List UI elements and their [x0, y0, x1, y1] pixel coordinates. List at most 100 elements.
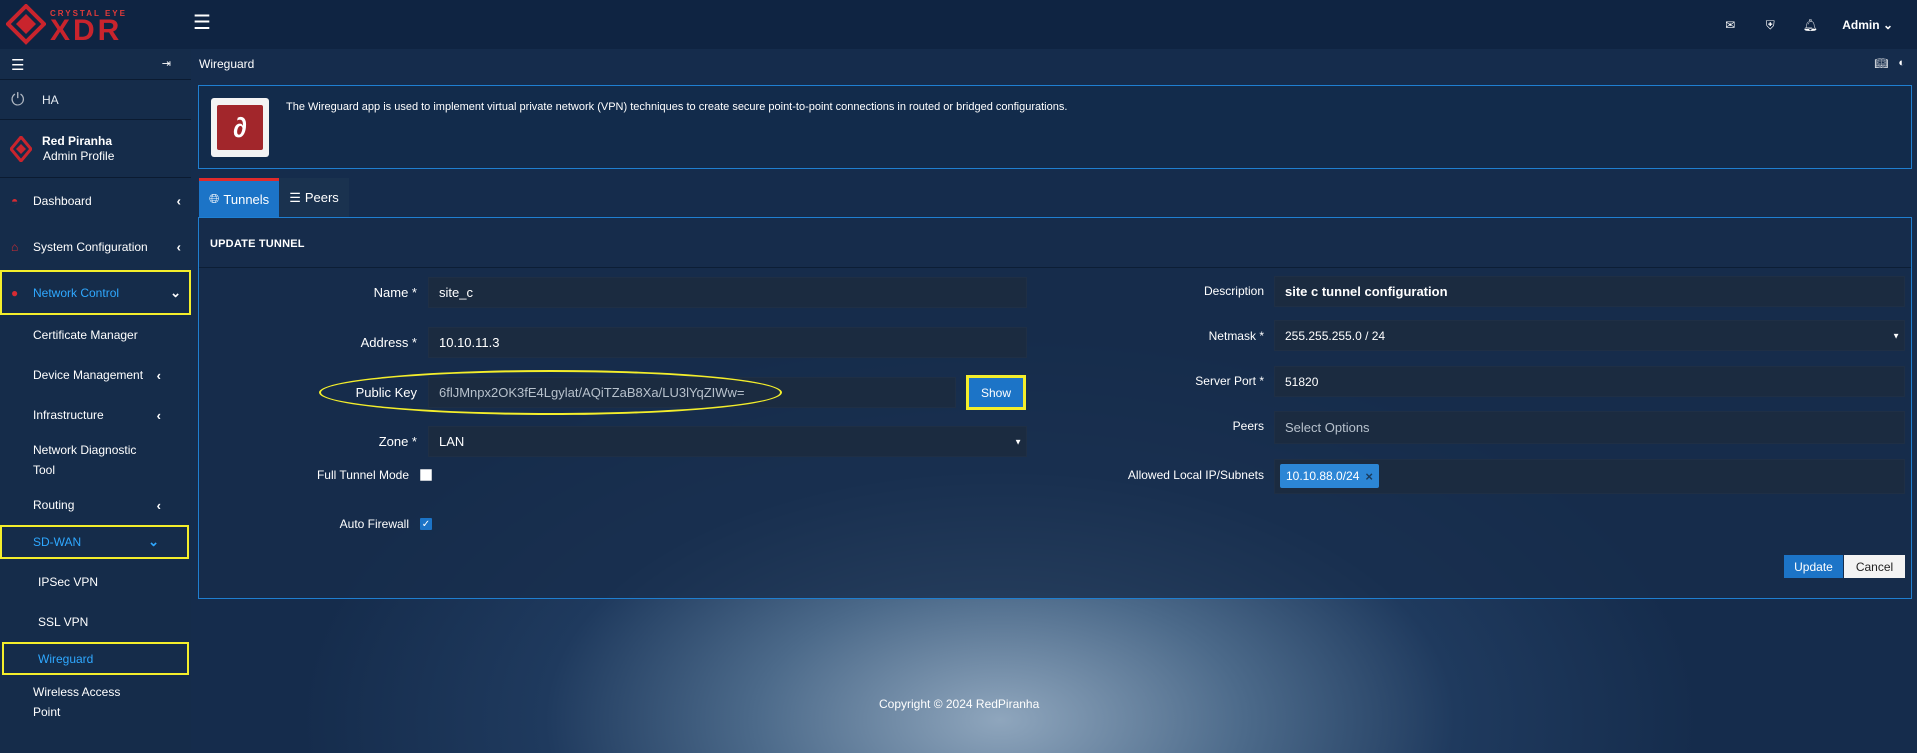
dashboard-icon: ◓ [11, 194, 19, 208]
menu-toggle-icon[interactable]: ☰ [193, 13, 213, 33]
divider [199, 267, 1911, 268]
sidebar-header: ☰ ⇥ [0, 49, 191, 80]
profile-role: Admin Profile [43, 149, 115, 163]
description-label: Description [1203, 284, 1264, 298]
sidebar-item-device-management[interactable]: Device Management ‹ [0, 355, 191, 395]
chevron-left-icon: ‹ [156, 497, 161, 513]
tab-label: Peers [304, 190, 339, 205]
zone-select[interactable]: LAN ▼ [428, 426, 1027, 457]
tab-peers[interactable]: ☰ Peers [279, 178, 349, 217]
admin-label: Admin [1842, 17, 1880, 32]
sidebar-item-ssl-vpn[interactable]: SSL VPN [0, 602, 191, 642]
peers-select[interactable]: Select Options [1274, 411, 1905, 444]
sidebar-item-label: HA [42, 92, 59, 107]
public-key-value: 6flJMnpx2OK3fE4Lgylat/AQiTZaB8Xa/LU3lYqZ… [439, 385, 745, 400]
breadcrumb: Wireguard [199, 57, 255, 71]
wireguard-dragon-icon: ∂ [217, 105, 263, 150]
full-tunnel-checkbox[interactable] [420, 469, 432, 481]
sidebar-item-label: Point [33, 705, 61, 719]
description-value: site c tunnel configuration [1285, 284, 1448, 299]
shield-icon[interactable]: ⛨ [1762, 17, 1778, 33]
sidebar-item-label: Certificate Manager [33, 328, 138, 342]
sidebar-item-certificate-manager[interactable]: Certificate Manager [0, 315, 191, 355]
sidebar-item-label: Dashboard [33, 194, 92, 208]
sidebar-item-routing[interactable]: Routing ‹ [0, 485, 191, 525]
globe-icon: 🌐︎ [209, 191, 220, 206]
show-button[interactable]: Show [966, 375, 1026, 410]
zone-label: Zone * [378, 434, 417, 449]
sidebar-item-sdwan[interactable]: SD-WAN ⌄ [0, 525, 189, 559]
mail-icon[interactable]: ✉ [1722, 17, 1738, 33]
admin-menu[interactable]: Admin ⌄ [1842, 18, 1893, 32]
tab-tunnels[interactable]: 🌐︎ Tunnels [199, 178, 280, 217]
auto-firewall-checkbox[interactable]: ✓ [420, 518, 432, 530]
chevron-left-icon: ‹ [156, 367, 161, 383]
chevron-down-icon: ⌄ [1882, 17, 1893, 32]
brand-big-text: XDR [50, 14, 123, 47]
sidebar-item-system-configuration[interactable]: ⌂ System Configuration ‹ [0, 224, 191, 270]
sidebar-item-wireguard[interactable]: Wireguard [2, 642, 189, 675]
netmask-label: Netmask * [1208, 329, 1264, 343]
caret-down-icon: ▼ [1892, 331, 1900, 340]
server-port-value: 51820 [1285, 374, 1319, 389]
user-profile[interactable]: Red Piranha Admin Profile [0, 120, 191, 178]
logout-icon[interactable]: ⇥ [162, 57, 171, 70]
sidebar-item-label: Routing [33, 498, 75, 512]
sidebar-item-ipsec-vpn[interactable]: IPSec VPN [0, 562, 191, 602]
server-port-field[interactable]: 51820 [1274, 366, 1905, 397]
sidebar-item-ha[interactable]: ⏻ HA [0, 80, 191, 120]
list-icon: ☰ [289, 189, 301, 205]
sidebar-item-label: SD-WAN [33, 535, 82, 549]
name-field[interactable]: site_c [428, 277, 1027, 308]
sidebar-item-infrastructure[interactable]: Infrastructure ‹ [0, 395, 191, 435]
panel-title: UPDATE TUNNEL [210, 238, 305, 250]
sidebar-item-network-control[interactable]: ● Network Control ⌄ [0, 270, 191, 315]
sidebar-item-label: Wireguard [38, 651, 94, 666]
sidebar-item-dashboard[interactable]: ◓ Dashboard ‹ [0, 178, 191, 224]
netmask-select[interactable]: 255.255.255.0 / 24 ▼ [1274, 320, 1905, 351]
public-key-field[interactable]: 6flJMnpx2OK3fE4Lgylat/AQiTZaB8Xa/LU3lYqZ… [428, 377, 956, 408]
auto-firewall-label: Auto Firewall [339, 517, 409, 531]
address-value: 10.10.11.3 [439, 335, 500, 350]
book-icon[interactable]: 📖︎ [1874, 57, 1888, 70]
remove-tag-icon[interactable]: × [1365, 469, 1373, 484]
chevron-down-icon: ⌄ [148, 534, 159, 549]
sidebar-item-wireless-access-point[interactable]: Wireless Access Point [0, 679, 191, 725]
sidebar-item-network-diagnostic-tool[interactable]: Network Diagnostic Tool [0, 435, 191, 485]
chevron-left-icon: ‹ [176, 239, 181, 255]
name-value: site_c [439, 285, 473, 300]
public-key-label: Public Key [355, 385, 417, 400]
brand-logo[interactable]: CRYSTAL EYE XDR [6, 4, 166, 46]
sidebar-item-label: IPSec VPN [38, 575, 99, 589]
bell-icon[interactable]: 🔔︎ [1802, 17, 1818, 33]
sidebar-item-label: SSL VPN [38, 615, 89, 629]
update-button[interactable]: Update [1784, 555, 1843, 578]
app-description: The Wireguard app is used to implement v… [286, 101, 1068, 113]
caret-down-icon: ▼ [1014, 437, 1022, 446]
chevron-down-icon: ⌄ [170, 284, 181, 300]
toggle-icon[interactable]: ◐ [1898, 57, 1905, 70]
description-field[interactable]: site c tunnel configuration [1274, 276, 1905, 307]
wireguard-logo: ∂ [211, 98, 269, 157]
chevron-left-icon: ‹ [176, 193, 181, 209]
app-info-box: ∂ The Wireguard app is used to implement… [198, 85, 1912, 169]
peers-placeholder: Select Options [1285, 420, 1370, 435]
network-icon: ● [11, 285, 19, 300]
brand-logo-icon [6, 4, 46, 45]
sidebar-item-label: Network Diagnostic [33, 443, 137, 457]
power-icon: ⏻ [11, 90, 25, 109]
tab-bar: 🌐︎ Tunnels ☰ Peers [199, 178, 349, 217]
sidebar-collapse-icon[interactable]: ☰ [11, 56, 24, 74]
address-field[interactable]: 10.10.11.3 [428, 327, 1027, 358]
netmask-value: 255.255.255.0 / 24 [1285, 328, 1386, 343]
zone-value: LAN [439, 434, 465, 449]
sidebar-item-label: System Configuration [33, 240, 148, 254]
sidebar-item-label: Device Management [33, 368, 144, 382]
cancel-button[interactable]: Cancel [1844, 555, 1905, 578]
sidebar-item-label: Wireless Access [33, 685, 121, 699]
full-tunnel-label: Full Tunnel Mode [316, 468, 409, 482]
profile-name: Red Piranha [42, 134, 113, 148]
allowed-subnets-label: Allowed Local IP/Subnets [1127, 468, 1264, 482]
home-icon: ⌂ [11, 240, 19, 254]
sidebar-item-label: Network Control [33, 285, 120, 300]
